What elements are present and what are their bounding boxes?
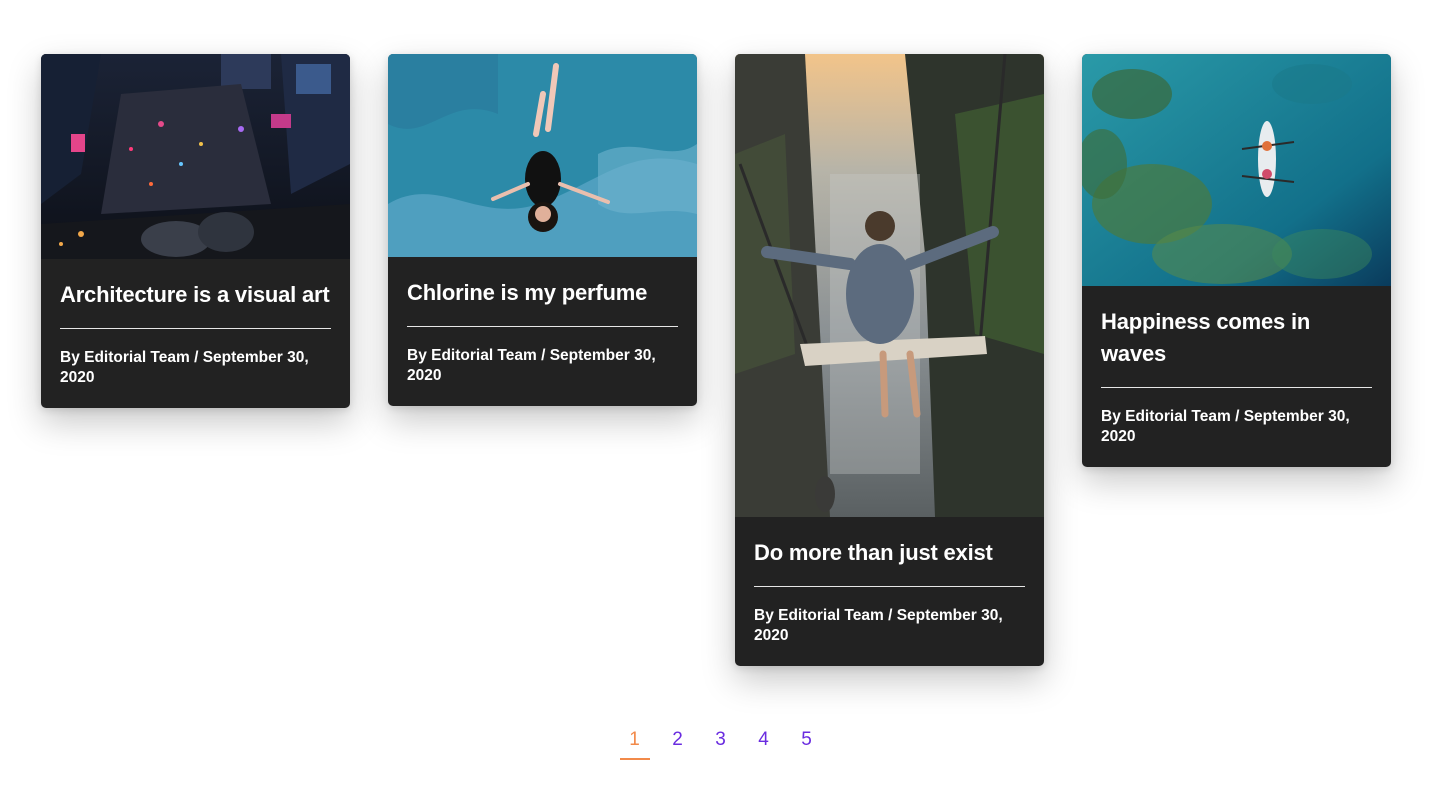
card-divider	[407, 326, 678, 327]
post-title: Chlorine is my perfume	[407, 277, 678, 309]
post-meta: By Editorial Team / September 30, 2020	[754, 607, 1003, 644]
kayak-reef-image	[1082, 54, 1391, 286]
post-image-swing[interactable]	[735, 54, 1044, 517]
post-meta: By Editorial Team / September 30, 2020	[60, 349, 309, 386]
pool-swimmer-image	[388, 54, 697, 257]
post-title-link[interactable]: Happiness comes in waves	[1101, 309, 1310, 366]
pagination: 1 2 3 4 5	[0, 726, 1433, 760]
card-divider	[754, 586, 1025, 587]
page-link-1[interactable]: 1	[619, 726, 650, 760]
post-title: Happiness comes in waves	[1101, 306, 1372, 370]
post-meta: By Editorial Team / September 30, 2020	[1101, 408, 1350, 445]
post-image-city-rooftop[interactable]	[41, 54, 350, 259]
post-title: Do more than just exist	[754, 537, 1025, 569]
post-card[interactable]: Chlorine is my perfume By Editorial Team…	[388, 54, 697, 406]
post-title-link[interactable]: Architecture is a visual art	[60, 282, 330, 307]
page-link-3[interactable]: 3	[706, 726, 736, 760]
card-divider	[60, 328, 331, 329]
page-link-2[interactable]: 2	[663, 726, 693, 760]
post-image-pool[interactable]	[388, 54, 697, 257]
waterfall-swing-image	[735, 54, 1044, 517]
post-card[interactable]: Do more than just exist By Editorial Tea…	[735, 54, 1044, 666]
page-link-4[interactable]: 4	[749, 726, 779, 760]
card-divider	[1101, 387, 1372, 388]
post-card[interactable]: Happiness comes in waves By Editorial Te…	[1082, 54, 1391, 467]
post-card[interactable]: Architecture is a visual art By Editoria…	[41, 54, 350, 408]
post-title-link[interactable]: Chlorine is my perfume	[407, 280, 647, 305]
pagination-links: 1 2 3 4 5	[619, 726, 822, 760]
post-title-link[interactable]: Do more than just exist	[754, 540, 993, 565]
post-image-kayak[interactable]	[1082, 54, 1391, 286]
page-link-5[interactable]: 5	[792, 726, 822, 760]
post-meta: By Editorial Team / September 30, 2020	[407, 347, 656, 384]
post-title: Architecture is a visual art	[60, 279, 331, 311]
city-rooftop-image	[41, 54, 350, 259]
